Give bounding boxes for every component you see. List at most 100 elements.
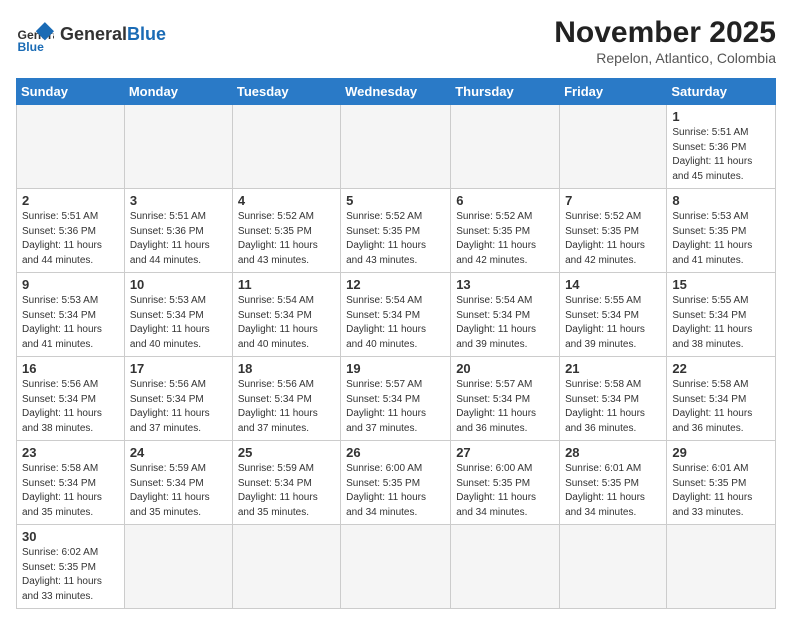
calendar-week-6: 30Sunrise: 6:02 AM Sunset: 5:35 PM Dayli…: [17, 525, 776, 609]
day-number: 28: [565, 445, 661, 460]
day-info: Sunrise: 5:52 AM Sunset: 5:35 PM Dayligh…: [238, 210, 335, 268]
day-number: 2: [22, 193, 119, 208]
calendar-cell: 6 Sunrise: 5:52 AM Sunset: 5:35 PM Daylig…: [451, 189, 560, 273]
day-info: Sunrise: 5:54 AM Sunset: 5:34 PM Dayligh…: [238, 294, 335, 352]
calendar-cell: 19 Sunrise: 5:57 AM Sunset: 5:34 PM Dayli…: [341, 357, 451, 441]
svg-text:Blue: Blue: [18, 40, 45, 54]
calendar-cell: 18Sunrise: 5:56 AM Sunset: 5:34 PM Dayli…: [232, 357, 340, 441]
day-number: 29: [672, 445, 770, 460]
calendar-cell: 27Sunrise: 6:00 AM Sunset: 5:35 PM Dayli…: [451, 441, 560, 525]
day-info: Sunrise: 5:53 AM Sunset: 5:34 PM Dayligh…: [22, 294, 119, 352]
calendar-cell: [451, 105, 560, 189]
day-info: Sunrise: 5:56 AM Sunset: 5:34 PM Dayligh…: [130, 378, 227, 436]
calendar-cell: 28 Sunrise: 6:01 AM Sunset: 5:35 PM Dayli…: [560, 441, 667, 525]
day-number: 8: [672, 193, 770, 208]
calendar-cell: 3 Sunrise: 5:51 AM Sunset: 5:36 PM Daylig…: [124, 189, 232, 273]
day-info: Sunrise: 5:53 AM Sunset: 5:34 PM Dayligh…: [130, 294, 227, 352]
day-info: Sunrise: 5:53 AM Sunset: 5:35 PM Dayligh…: [672, 210, 770, 268]
day-number: 3: [130, 193, 227, 208]
logo: General Blue GeneralBlue: [16, 16, 166, 54]
day-number: 27: [456, 445, 554, 460]
calendar-cell: 1 Sunrise: 5:51 AM Sunset: 5:36 PM Daylig…: [667, 105, 776, 189]
calendar-cell: 24 Sunrise: 5:59 AM Sunset: 5:34 PM Dayli…: [124, 441, 232, 525]
day-info: Sunrise: 5:59 AM Sunset: 5:34 PM Dayligh…: [130, 462, 227, 520]
calendar-cell: 2 Sunrise: 5:51 AM Sunset: 5:36 PM Daylig…: [17, 189, 125, 273]
calendar-cell: 5 Sunrise: 5:52 AM Sunset: 5:35 PM Daylig…: [341, 189, 451, 273]
calendar-cell: 29Sunrise: 6:01 AM Sunset: 5:35 PM Dayli…: [667, 441, 776, 525]
calendar-cell: [341, 525, 451, 609]
logo-blue: Blue: [127, 24, 166, 44]
day-number: 25: [238, 445, 335, 460]
calendar-week-3: 9 Sunrise: 5:53 AM Sunset: 5:34 PM Daylig…: [17, 273, 776, 357]
day-number: 30: [22, 529, 119, 544]
logo-general: General: [60, 24, 127, 44]
calendar-cell: [124, 105, 232, 189]
day-info: Sunrise: 5:55 AM Sunset: 5:34 PM Dayligh…: [672, 294, 770, 352]
day-number: 15: [672, 277, 770, 292]
calendar-cell: 21 Sunrise: 5:58 AM Sunset: 5:34 PM Dayli…: [560, 357, 667, 441]
day-number: 21: [565, 361, 661, 376]
calendar-cell: [341, 105, 451, 189]
calendar-week-2: 2 Sunrise: 5:51 AM Sunset: 5:36 PM Daylig…: [17, 189, 776, 273]
calendar-cell: 11 Sunrise: 5:54 AM Sunset: 5:34 PM Dayli…: [232, 273, 340, 357]
day-info: Sunrise: 5:57 AM Sunset: 5:34 PM Dayligh…: [346, 378, 445, 436]
column-header-wednesday: Wednesday: [341, 79, 451, 105]
day-number: 1: [672, 109, 770, 124]
day-number: 24: [130, 445, 227, 460]
calendar-cell: 20 Sunrise: 5:57 AM Sunset: 5:34 PM Dayli…: [451, 357, 560, 441]
calendar-cell: 25 Sunrise: 5:59 AM Sunset: 5:34 PM Dayli…: [232, 441, 340, 525]
day-info: Sunrise: 5:51 AM Sunset: 5:36 PM Dayligh…: [22, 210, 119, 268]
location: Repelon, Atlantico, Colombia: [554, 50, 776, 66]
day-info: Sunrise: 5:58 AM Sunset: 5:34 PM Dayligh…: [672, 378, 770, 436]
calendar-cell: [232, 525, 340, 609]
day-info: Sunrise: 5:52 AM Sunset: 5:35 PM Dayligh…: [346, 210, 445, 268]
day-number: 13: [456, 277, 554, 292]
calendar-cell: 30Sunrise: 6:02 AM Sunset: 5:35 PM Dayli…: [17, 525, 125, 609]
calendar-cell: 12Sunrise: 5:54 AM Sunset: 5:34 PM Dayli…: [341, 273, 451, 357]
day-info: Sunrise: 5:58 AM Sunset: 5:34 PM Dayligh…: [22, 462, 119, 520]
column-header-friday: Friday: [560, 79, 667, 105]
calendar-cell: [560, 525, 667, 609]
day-number: 17: [130, 361, 227, 376]
calendar-cell: 15 Sunrise: 5:55 AM Sunset: 5:34 PM Dayli…: [667, 273, 776, 357]
day-number: 19: [346, 361, 445, 376]
day-info: Sunrise: 5:59 AM Sunset: 5:34 PM Dayligh…: [238, 462, 335, 520]
calendar-week-1: 1 Sunrise: 5:51 AM Sunset: 5:36 PM Daylig…: [17, 105, 776, 189]
day-info: Sunrise: 5:52 AM Sunset: 5:35 PM Dayligh…: [565, 210, 661, 268]
day-info: Sunrise: 6:01 AM Sunset: 5:35 PM Dayligh…: [565, 462, 661, 520]
month-title: November 2025: [554, 16, 776, 50]
calendar-cell: 10 Sunrise: 5:53 AM Sunset: 5:34 PM Dayli…: [124, 273, 232, 357]
calendar-cell: 7 Sunrise: 5:52 AM Sunset: 5:35 PM Daylig…: [560, 189, 667, 273]
column-header-sunday: Sunday: [17, 79, 125, 105]
calendar-table: SundayMondayTuesdayWednesdayThursdayFrid…: [16, 78, 776, 609]
day-info: Sunrise: 5:51 AM Sunset: 5:36 PM Dayligh…: [672, 126, 770, 184]
calendar-cell: [17, 105, 125, 189]
calendar-header-row: SundayMondayTuesdayWednesdayThursdayFrid…: [17, 79, 776, 105]
column-header-saturday: Saturday: [667, 79, 776, 105]
day-number: 12: [346, 277, 445, 292]
calendar-cell: 26Sunrise: 6:00 AM Sunset: 5:35 PM Dayli…: [341, 441, 451, 525]
calendar-cell: 13Sunrise: 5:54 AM Sunset: 5:34 PM Dayli…: [451, 273, 560, 357]
day-info: Sunrise: 5:57 AM Sunset: 5:34 PM Dayligh…: [456, 378, 554, 436]
day-info: Sunrise: 5:58 AM Sunset: 5:34 PM Dayligh…: [565, 378, 661, 436]
day-number: 20: [456, 361, 554, 376]
calendar-cell: 22Sunrise: 5:58 AM Sunset: 5:34 PM Dayli…: [667, 357, 776, 441]
day-info: Sunrise: 5:51 AM Sunset: 5:36 PM Dayligh…: [130, 210, 227, 268]
day-info: Sunrise: 5:52 AM Sunset: 5:35 PM Dayligh…: [456, 210, 554, 268]
day-number: 7: [565, 193, 661, 208]
day-number: 11: [238, 277, 335, 292]
calendar-cell: 17 Sunrise: 5:56 AM Sunset: 5:34 PM Dayli…: [124, 357, 232, 441]
calendar-cell: 9 Sunrise: 5:53 AM Sunset: 5:34 PM Daylig…: [17, 273, 125, 357]
page-header: General Blue GeneralBlue November 2025 R…: [16, 16, 776, 66]
calendar-cell: 4 Sunrise: 5:52 AM Sunset: 5:35 PM Daylig…: [232, 189, 340, 273]
day-number: 9: [22, 277, 119, 292]
calendar-cell: [560, 105, 667, 189]
logo-icon: General Blue: [16, 16, 54, 54]
calendar-cell: [667, 525, 776, 609]
day-number: 5: [346, 193, 445, 208]
day-number: 10: [130, 277, 227, 292]
day-number: 6: [456, 193, 554, 208]
calendar-cell: [124, 525, 232, 609]
day-number: 4: [238, 193, 335, 208]
calendar-cell: 16Sunrise: 5:56 AM Sunset: 5:34 PM Dayli…: [17, 357, 125, 441]
